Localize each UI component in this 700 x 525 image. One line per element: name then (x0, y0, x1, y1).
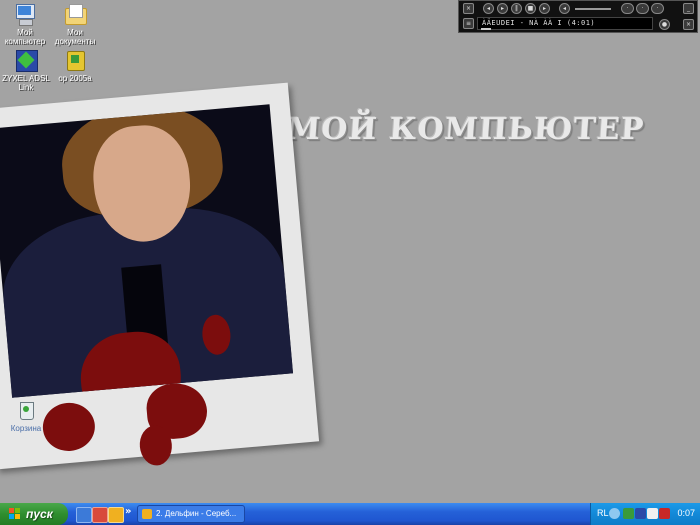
quick-launch-media-icon[interactable] (92, 507, 108, 523)
winamp-icon (142, 509, 152, 519)
app-icon (63, 48, 87, 72)
tray-antivirus-icon[interactable] (659, 508, 670, 519)
quick-launch-show-desktop-icon[interactable] (76, 507, 92, 523)
volume-icon[interactable]: ◂ (559, 3, 570, 14)
track-title: ÀÄEUDEI - NÀ ÀÀ I (4:01) (482, 19, 596, 27)
language-indicator[interactable]: RL (597, 508, 609, 518)
desktop-icon-label: Мои документы (54, 28, 96, 46)
taskbar: пуск » 2. Дельфин - Сереб... RL 0:07 (0, 503, 700, 525)
media-player[interactable]: × ◂ ▸ ‖ ■ ▸ ◂ · · · _ ≡ ÀÄEUDEI - NÀ ÀÀ … (458, 0, 698, 33)
desktop-icon-recycle-bin[interactable]: Корзина (0, 398, 56, 433)
start-label: пуск (26, 507, 53, 521)
desktop-icon-op-2005a[interactable]: op 2005a (45, 48, 105, 83)
quick-launch-chevron[interactable]: » (125, 506, 131, 517)
track-display: ÀÄEUDEI - NÀ ÀÀ I (4:01) (477, 17, 653, 30)
desktop-icon-label: Корзина (10, 424, 42, 433)
network-shortcut-icon (14, 48, 38, 72)
desktop-title-text: МОЙ КОМПЬЮТЕР (285, 112, 646, 147)
play-icon[interactable]: ▸ (497, 3, 508, 14)
prev-icon[interactable]: ◂ (483, 3, 494, 14)
close-icon[interactable]: × (463, 3, 474, 14)
minimize-icon[interactable]: _ (683, 3, 694, 14)
shade-icon[interactable]: ● (659, 19, 670, 30)
tray-info-icon[interactable] (647, 508, 658, 519)
wallpaper-photo (0, 104, 294, 398)
eq-icon[interactable]: · (621, 3, 634, 14)
computer-icon (13, 2, 37, 26)
desktop-icon-my-documents[interactable]: Мои документы (45, 2, 105, 46)
taskbar-button-media-player[interactable]: 2. Дельфин - Сереб... (137, 505, 245, 523)
repeat-icon[interactable]: · (651, 3, 664, 14)
tray-network-icon[interactable] (623, 508, 634, 519)
clock[interactable]: 0:07 (677, 508, 695, 518)
recycle-bin-icon (14, 398, 38, 422)
tray-expand-icon[interactable] (609, 508, 620, 519)
folder-icon (63, 2, 87, 26)
desktop-icon-label: op 2005a (58, 74, 92, 83)
system-tray: RL 0:07 (590, 503, 700, 525)
next-icon[interactable]: ▸ (539, 3, 550, 14)
tray-app-icon[interactable] (635, 508, 646, 519)
start-button[interactable]: пуск (0, 503, 68, 525)
resize-icon[interactable]: × (683, 19, 694, 30)
windows-logo-icon (9, 508, 21, 520)
playlist-icon[interactable]: · (636, 3, 649, 14)
stop-icon[interactable]: ■ (525, 3, 536, 14)
seek-bar[interactable] (481, 28, 491, 30)
volume-slider[interactable] (575, 8, 611, 10)
quick-launch-app-icon[interactable] (108, 507, 124, 523)
pause-icon[interactable]: ‖ (511, 3, 522, 14)
taskbar-button-label: 2. Дельфин - Сереб... (156, 509, 237, 518)
menu-icon[interactable]: ≡ (463, 18, 474, 29)
